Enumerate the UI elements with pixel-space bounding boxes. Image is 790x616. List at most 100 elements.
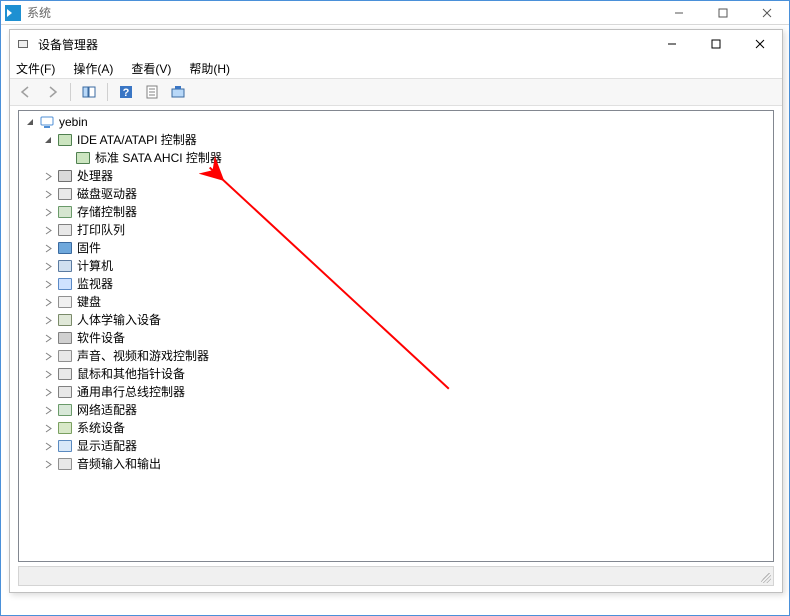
tree-category[interactable]: 固件 <box>19 239 773 257</box>
tree-category-label: 声音、视频和游戏控制器 <box>75 347 209 365</box>
expander-icon[interactable] <box>41 424 55 433</box>
tree-category[interactable]: 打印队列 <box>19 221 773 239</box>
expander-icon[interactable] <box>41 370 55 379</box>
tree-category[interactable]: 鼠标和其他指针设备 <box>19 365 773 383</box>
tree-category-label: IDE ATA/ATAPI 控制器 <box>75 131 197 149</box>
expander-icon[interactable] <box>41 406 55 415</box>
inner-minimize-button[interactable] <box>650 30 694 58</box>
tree-category-label: 软件设备 <box>75 329 125 347</box>
outer-maximize-button[interactable] <box>701 1 745 25</box>
expander-icon[interactable] <box>41 208 55 217</box>
toolbar-show-hide-tree-button[interactable] <box>77 81 101 103</box>
controller-icon <box>75 150 91 166</box>
tree-category[interactable]: 存储控制器 <box>19 203 773 221</box>
menu-action[interactable]: 操作(A) <box>71 58 115 79</box>
expander-icon[interactable] <box>41 460 55 469</box>
toolbar-back-button[interactable] <box>14 81 38 103</box>
tree-category[interactable]: 音频输入和输出 <box>19 455 773 473</box>
device-category-icon <box>57 438 73 454</box>
device-category-icon <box>57 330 73 346</box>
system-title-text: 系统 <box>27 4 51 21</box>
tree-category[interactable]: 通用串行总线控制器 <box>19 383 773 401</box>
tree-category[interactable]: 监视器 <box>19 275 773 293</box>
device-category-icon <box>57 384 73 400</box>
toolbar: ? <box>10 78 782 106</box>
tree-category[interactable]: 声音、视频和游戏控制器 <box>19 347 773 365</box>
tree-category-label: 计算机 <box>75 257 113 275</box>
device-category-icon <box>57 240 73 256</box>
menu-file[interactable]: 文件(F) <box>14 58 57 79</box>
device-category-icon <box>57 348 73 364</box>
expander-icon[interactable] <box>41 136 55 145</box>
tree-category-label: 监视器 <box>75 275 113 293</box>
tree-category-label: 磁盘驱动器 <box>75 185 137 203</box>
tree-category[interactable]: 键盘 <box>19 293 773 311</box>
device-manager-titlebar[interactable]: 设备管理器 <box>10 30 782 58</box>
toolbar-separator <box>107 83 108 101</box>
svg-text:?: ? <box>123 87 130 99</box>
system-titlebar[interactable]: 系统 <box>1 1 789 25</box>
tree-device-sata-ahci[interactable]: 标准 SATA AHCI 控制器 <box>19 149 773 167</box>
tree-root-label: yebin <box>57 113 88 131</box>
expander-icon[interactable] <box>41 244 55 253</box>
device-category-icon <box>57 420 73 436</box>
tree-category-label: 处理器 <box>75 167 113 185</box>
tree-category-label: 存储控制器 <box>75 203 137 221</box>
inner-close-button[interactable] <box>738 30 782 58</box>
expander-icon[interactable] <box>41 442 55 451</box>
device-category-icon <box>57 312 73 328</box>
toolbar-scan-button[interactable] <box>166 81 190 103</box>
device-category-icon <box>57 402 73 418</box>
tree-category[interactable]: 计算机 <box>19 257 773 275</box>
menubar: 文件(F) 操作(A) 查看(V) 帮助(H) <box>10 58 782 78</box>
tree-category[interactable]: 显示适配器 <box>19 437 773 455</box>
tree-category-label: 网络适配器 <box>75 401 137 419</box>
toolbar-properties-button[interactable] <box>140 81 164 103</box>
tree-category[interactable]: 处理器 <box>19 167 773 185</box>
toolbar-help-button[interactable]: ? <box>114 81 138 103</box>
tree-category-label: 音频输入和输出 <box>75 455 161 473</box>
device-manager-icon <box>16 36 32 52</box>
expander-icon[interactable] <box>41 172 55 181</box>
device-category-icon <box>57 366 73 382</box>
device-category-icon <box>57 276 73 292</box>
expander-icon[interactable] <box>41 226 55 235</box>
expander-icon[interactable] <box>41 334 55 343</box>
outer-minimize-button[interactable] <box>657 1 701 25</box>
expander-icon[interactable] <box>23 118 37 127</box>
expander-icon[interactable] <box>41 298 55 307</box>
tree-category[interactable]: 网络适配器 <box>19 401 773 419</box>
tree-category-ide[interactable]: IDE ATA/ATAPI 控制器 <box>19 131 773 149</box>
device-category-icon <box>57 456 73 472</box>
device-category-icon <box>57 294 73 310</box>
device-tree[interactable]: yebin IDE ATA/ATAPI 控制器 标准 SATA AHCI 控制器 <box>18 110 774 562</box>
toolbar-forward-button[interactable] <box>40 81 64 103</box>
expander-icon[interactable] <box>41 352 55 361</box>
expander-icon[interactable] <box>41 388 55 397</box>
tree-root-node[interactable]: yebin <box>19 113 773 131</box>
tree-category-label: 键盘 <box>75 293 101 311</box>
tree-category-label: 鼠标和其他指针设备 <box>75 365 185 383</box>
menu-view[interactable]: 查看(V) <box>129 58 173 79</box>
tree-category-label: 固件 <box>75 239 101 257</box>
tree-category[interactable]: 人体学输入设备 <box>19 311 773 329</box>
device-category-icon <box>57 258 73 274</box>
tree-category[interactable]: 软件设备 <box>19 329 773 347</box>
toolbar-separator <box>70 83 71 101</box>
expander-icon[interactable] <box>41 262 55 271</box>
expander-icon[interactable] <box>41 190 55 199</box>
tree-category[interactable]: 系统设备 <box>19 419 773 437</box>
tree-category[interactable]: 磁盘驱动器 <box>19 185 773 203</box>
expander-icon[interactable] <box>41 280 55 289</box>
tree-category-label: 人体学输入设备 <box>75 311 161 329</box>
outer-close-button[interactable] <box>745 1 789 25</box>
device-category-icon <box>57 204 73 220</box>
tree-category-label: 通用串行总线控制器 <box>75 383 185 401</box>
device-manager-title-text: 设备管理器 <box>38 36 98 53</box>
tree-category-label: 系统设备 <box>75 419 125 437</box>
device-category-icon <box>57 186 73 202</box>
inner-maximize-button[interactable] <box>694 30 738 58</box>
statusbar <box>18 566 774 586</box>
menu-help[interactable]: 帮助(H) <box>187 58 232 79</box>
expander-icon[interactable] <box>41 316 55 325</box>
